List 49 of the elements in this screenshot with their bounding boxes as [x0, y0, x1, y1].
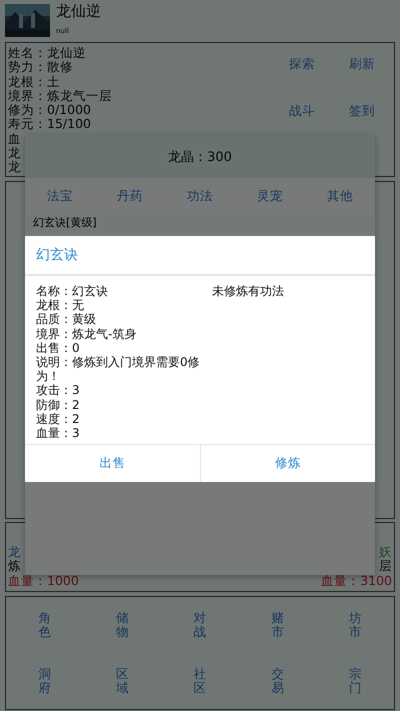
enemy-name: 妖 — [379, 544, 392, 559]
player-hp: 血量：1000 — [8, 574, 79, 588]
status-text: 未修炼有功法 — [212, 284, 284, 300]
nav-item[interactable]: 赌市 — [271, 611, 284, 639]
profile-field: 寿元：15/100 — [8, 117, 91, 132]
item-attribute: 名称：幻玄诀 — [36, 284, 109, 298]
dialog-title: 幻玄诀 — [36, 246, 78, 264]
app-title: 龙仙逆 — [56, 2, 101, 21]
item-attribute: 防御：2 — [36, 398, 81, 412]
profile-field: 姓名：龙仙逆 — [8, 46, 86, 60]
action-link[interactable]: 战斗 — [289, 103, 315, 120]
nav-item[interactable]: 社区 — [194, 667, 206, 695]
item-attribute: 攻击：3 — [36, 383, 81, 398]
item-attribute: 出售：0 — [36, 340, 81, 356]
profile-field: 龙根：土 — [8, 74, 60, 89]
profile-field: 修为：0/1000 — [8, 103, 91, 118]
profile-field: 龙 — [8, 160, 21, 175]
item-attribute: 龙根：无 — [36, 298, 85, 312]
item-attribute: 品质：黄级 — [36, 312, 97, 327]
item-attribute: 境界：炼龙气-筑身 — [36, 326, 138, 341]
profile-field: 境界：炼龙气一层 — [8, 88, 112, 104]
nav-item[interactable]: 交易 — [271, 667, 284, 695]
category-tab[interactable]: 其他 — [327, 188, 353, 204]
profile-field: 血 — [8, 132, 21, 146]
nav-item[interactable]: 对战 — [194, 611, 206, 639]
enemy-realm: 层 — [379, 559, 392, 574]
category-tab[interactable]: 功法 — [187, 188, 213, 204]
category-tab[interactable]: 丹药 — [117, 188, 143, 204]
category-tab[interactable]: 灵宠 — [257, 188, 283, 204]
category-tab[interactable]: 法宝 — [47, 188, 73, 204]
action-link[interactable]: 探索 — [289, 56, 315, 73]
enemy-hp: 血量：3100 — [321, 574, 392, 588]
nav-item[interactable]: 坊市 — [348, 611, 362, 639]
player-name: 龙 — [8, 544, 22, 559]
nav-item[interactable]: 角色 — [38, 611, 52, 639]
item-attribute: 血量：3 — [36, 426, 81, 440]
nav-item[interactable]: 储物 — [116, 611, 129, 639]
item-attribute: 说明：修炼到入门境界需要0修为！ — [36, 355, 200, 384]
nav-item[interactable]: 宗门 — [348, 667, 362, 695]
player-realm: 炼 — [8, 559, 22, 574]
action-link[interactable]: 签到 — [349, 103, 375, 120]
action-link[interactable]: 刷新 — [349, 56, 375, 73]
item-attribute: 速度：2 — [36, 412, 81, 426]
nav-item[interactable]: 洞府 — [38, 667, 52, 695]
shop-item[interactable]: 幻玄诀[黄级] — [33, 216, 367, 229]
nav-item[interactable]: 区域 — [116, 667, 129, 695]
profile-field: 龙 — [8, 146, 21, 160]
profile-field: 势力：散修 — [8, 60, 73, 75]
balance-text: 龙晶：300 — [168, 148, 232, 166]
